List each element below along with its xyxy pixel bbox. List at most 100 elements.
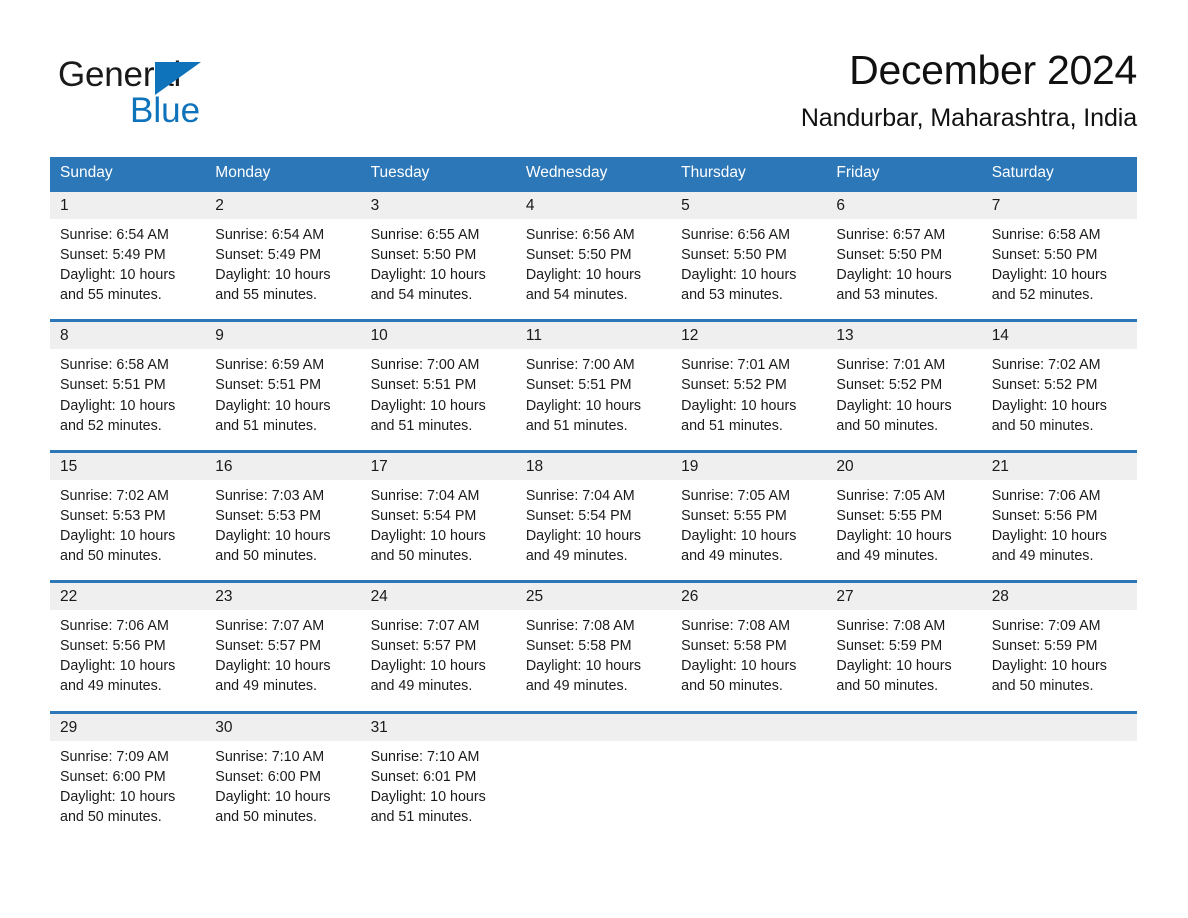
day-cell[interactable]: 2 Sunrise: 6:54 AM Sunset: 5:49 PM Dayli… [205, 192, 361, 319]
day-number: 2 [215, 197, 224, 214]
day-cell[interactable]: 6 Sunrise: 6:57 AM Sunset: 5:50 PM Dayli… [826, 192, 982, 319]
day-cell[interactable]: 1 Sunrise: 6:54 AM Sunset: 5:49 PM Dayli… [50, 192, 206, 319]
calendar-week-row: 29 Sunrise: 7:09 AM Sunset: 6:00 PM Dayl… [50, 710, 1137, 841]
day-details: Sunrise: 7:04 AM Sunset: 5:54 PM Dayligh… [516, 480, 671, 566]
sunrise-text: Sunrise: 7:04 AM [370, 487, 480, 504]
daylight-text-line1: Daylight: 10 hours [370, 788, 486, 805]
daylight-text-line2: and 52 minutes. [60, 417, 162, 434]
sunrise-text: Sunrise: 7:06 AM [60, 618, 169, 635]
daylight-text-line1: Daylight: 10 hours [681, 267, 797, 284]
day-number-band: 14 [981, 322, 1137, 350]
day-number: 23 [215, 588, 233, 606]
day-cell[interactable]: 11 Sunrise: 7:00 AM Sunset: 5:51 PM Dayl… [515, 322, 672, 449]
day-cell[interactable]: 17 Sunrise: 7:04 AM Sunset: 5:54 PM Dayl… [360, 452, 516, 580]
day-number-band: 17 [360, 452, 516, 480]
day-cell[interactable]: 14 Sunrise: 7:02 AM Sunset: 5:52 PM Dayl… [981, 322, 1137, 449]
daylight-text-line2: and 49 minutes. [525, 548, 628, 565]
day-cell[interactable]: 24 Sunrise: 7:07 AM Sunset: 5:57 PM Dayl… [360, 583, 516, 710]
day-cell[interactable]: 27 Sunrise: 7:08 AM Sunset: 5:59 PM Dayl… [826, 583, 982, 710]
sunrise-text: Sunrise: 7:08 AM [525, 618, 635, 635]
logo-text-blue: Blue [130, 91, 201, 130]
day-cell[interactable]: 8 Sunrise: 6:58 AM Sunset: 5:51 PM Dayli… [50, 322, 206, 449]
daylight-text-line1: Daylight: 10 hours [215, 397, 331, 414]
sunrise-text: Sunrise: 7:07 AM [215, 618, 325, 635]
sunset-text: Sunset: 6:00 PM [215, 768, 321, 785]
calendar-page: General Blue December 2024 Nandurbar, Ma… [0, 0, 1188, 918]
sunrise-text: Sunrise: 7:08 AM [836, 618, 946, 635]
sunset-text: Sunset: 5:52 PM [681, 377, 787, 394]
day-number-band: 2 [205, 192, 361, 219]
sunset-text: Sunset: 6:01 PM [370, 768, 477, 785]
sunrise-text: Sunrise: 7:02 AM [60, 487, 169, 504]
sunset-text: Sunset: 5:52 PM [836, 377, 943, 394]
day-number: 25 [525, 588, 544, 606]
day-details: Sunrise: 7:00 AM Sunset: 5:51 PM Dayligh… [361, 349, 516, 435]
day-cell[interactable]: 30 Sunrise: 7:10 AM Sunset: 6:00 PM Dayl… [205, 713, 361, 841]
day-details: Sunrise: 7:09 AM Sunset: 5:59 PM Dayligh… [982, 610, 1137, 696]
day-cell[interactable]: 22 Sunrise: 7:06 AM Sunset: 5:56 PM Dayl… [50, 583, 206, 710]
sunrise-text: Sunrise: 7:09 AM [991, 618, 1101, 635]
sunset-text: Sunset: 5:56 PM [991, 507, 1098, 524]
day-details: Sunrise: 6:56 AM Sunset: 5:50 PM Dayligh… [671, 219, 826, 305]
day-number-band: 18 [515, 452, 672, 480]
daylight-text-line1: Daylight: 10 hours [681, 397, 797, 414]
day-cell[interactable]: 28 Sunrise: 7:09 AM Sunset: 5:59 PM Dayl… [981, 583, 1137, 710]
day-cell[interactable]: 29 Sunrise: 7:09 AM Sunset: 6:00 PM Dayl… [50, 713, 206, 841]
sunset-text: Sunset: 5:59 PM [836, 638, 943, 655]
day-number: 27 [836, 588, 854, 606]
sunrise-text: Sunrise: 7:05 AM [681, 487, 790, 504]
general-blue-logo[interactable]: General Blue [58, 54, 318, 130]
daylight-text-line2: and 51 minutes. [370, 417, 473, 434]
day-number: 4 [525, 197, 535, 214]
daylight-text-line1: Daylight: 10 hours [525, 397, 642, 414]
daylight-text-line2: and 55 minutes. [60, 287, 162, 304]
day-cell[interactable]: 7 Sunrise: 6:58 AM Sunset: 5:50 PM Dayli… [981, 192, 1137, 319]
day-cell[interactable]: 26 Sunrise: 7:08 AM Sunset: 5:58 PM Dayl… [671, 583, 827, 710]
day-number: 21 [991, 457, 1009, 475]
day-details: Sunrise: 7:10 AM Sunset: 6:00 PM Dayligh… [205, 741, 360, 827]
sunset-text: Sunset: 5:54 PM [525, 507, 632, 524]
day-cell[interactable]: 12 Sunrise: 7:01 AM Sunset: 5:52 PM Dayl… [671, 322, 827, 449]
daylight-text-line2: and 50 minutes. [60, 808, 162, 825]
day-cell[interactable]: 23 Sunrise: 7:07 AM Sunset: 5:57 PM Dayl… [205, 583, 361, 710]
daylight-text-line1: Daylight: 10 hours [681, 527, 797, 544]
daylight-text-line1: Daylight: 10 hours [215, 267, 331, 284]
day-cell[interactable]: 16 Sunrise: 7:03 AM Sunset: 5:53 PM Dayl… [205, 452, 361, 580]
sunrise-text: Sunrise: 7:10 AM [215, 748, 325, 765]
weekday-header-sunday: Sunday [60, 164, 113, 181]
title-block: December 2024 Nandurbar, Maharashtra, In… [801, 44, 1137, 136]
day-cell[interactable]: 31 Sunrise: 7:10 AM Sunset: 6:01 PM Dayl… [360, 713, 516, 841]
day-cell[interactable]: 3 Sunrise: 6:55 AM Sunset: 5:50 PM Dayli… [360, 192, 516, 319]
day-number-band: 30 [205, 713, 361, 741]
daylight-text-line2: and 50 minutes. [991, 678, 1094, 695]
sunrise-text: Sunrise: 6:55 AM [370, 227, 480, 243]
day-cell[interactable]: 9 Sunrise: 6:59 AM Sunset: 5:51 PM Dayli… [205, 322, 361, 449]
day-details: Sunrise: 6:56 AM Sunset: 5:50 PM Dayligh… [516, 219, 671, 305]
sunset-text: Sunset: 5:57 PM [215, 638, 321, 655]
day-details: Sunrise: 7:02 AM Sunset: 5:53 PM Dayligh… [50, 480, 205, 566]
daylight-text-line1: Daylight: 10 hours [215, 658, 331, 675]
day-number: 8 [60, 327, 69, 345]
weekday-header-row: Sunday Monday Tuesday Wednesday Thursday… [50, 157, 1137, 189]
day-cell[interactable]: 21 Sunrise: 7:06 AM Sunset: 5:56 PM Dayl… [981, 452, 1137, 580]
sunset-text: Sunset: 5:50 PM [681, 247, 787, 264]
daylight-text-line1: Daylight: 10 hours [60, 397, 176, 414]
sunset-text: Sunset: 5:50 PM [525, 247, 632, 264]
sunset-text: Sunset: 5:51 PM [525, 377, 632, 394]
day-cell[interactable]: 5 Sunrise: 6:56 AM Sunset: 5:50 PM Dayli… [671, 192, 827, 319]
day-number-band: 11 [515, 322, 672, 350]
day-number: 6 [836, 197, 846, 214]
day-number: 31 [370, 718, 388, 736]
day-cell[interactable]: 19 Sunrise: 7:05 AM Sunset: 5:55 PM Dayl… [671, 452, 827, 580]
day-cell[interactable]: 4 Sunrise: 6:56 AM Sunset: 5:50 PM Dayli… [515, 192, 672, 319]
day-cell[interactable]: 15 Sunrise: 7:02 AM Sunset: 5:53 PM Dayl… [50, 452, 206, 580]
day-cell[interactable]: 10 Sunrise: 7:00 AM Sunset: 5:51 PM Dayl… [360, 322, 516, 449]
sunrise-text: Sunrise: 7:00 AM [525, 357, 635, 374]
day-cell[interactable]: 18 Sunrise: 7:04 AM Sunset: 5:54 PM Dayl… [515, 452, 672, 580]
day-cell[interactable]: 20 Sunrise: 7:05 AM Sunset: 5:55 PM Dayl… [826, 452, 982, 580]
day-cell[interactable]: 13 Sunrise: 7:01 AM Sunset: 5:52 PM Dayl… [826, 322, 982, 449]
day-cell[interactable]: 25 Sunrise: 7:08 AM Sunset: 5:58 PM Dayl… [515, 583, 672, 710]
daylight-text-line2: and 54 minutes. [525, 287, 628, 304]
sunset-text: Sunset: 5:55 PM [836, 507, 943, 524]
day-number: 3 [370, 197, 380, 214]
